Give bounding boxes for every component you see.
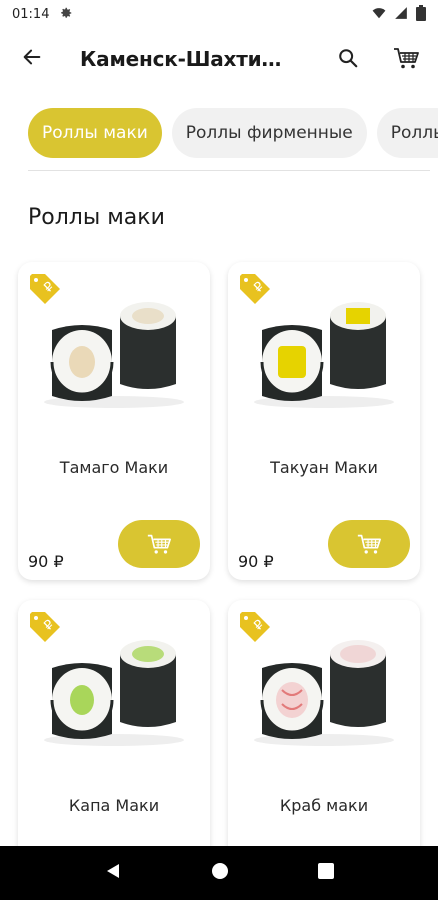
status-bar: 01:14 [0, 0, 438, 28]
product-image [44, 302, 184, 408]
product-name: Тамаго Маки [59, 458, 169, 477]
page-title[interactable]: Каменск-Шахтин... [80, 47, 290, 71]
back-button[interactable] [0, 28, 64, 90]
gear-icon [59, 6, 73, 23]
add-to-cart-button[interactable] [118, 520, 200, 568]
product-image [254, 640, 394, 746]
app-toolbar: Каменск-Шахтин... [0, 28, 438, 90]
product-name: Такуан Маки [270, 458, 378, 477]
product-card[interactable]: ₽ Такуан Маки 90 ₽ [228, 262, 420, 580]
product-card[interactable]: ₽ Капа Маки [18, 600, 210, 860]
product-name: Капа Маки [68, 796, 160, 815]
chip-rolly-maki[interactable]: Роллы маки [28, 108, 162, 158]
status-time: 01:14 [12, 6, 50, 22]
product-card[interactable]: ₽ Краб маки [228, 600, 420, 860]
wifi-icon [372, 6, 386, 23]
system-nav-bar [0, 846, 438, 900]
product-price: 90 ₽ [28, 552, 64, 571]
product-price: 90 ₽ [238, 552, 274, 571]
cart-add-icon [147, 534, 171, 554]
product-image [44, 640, 184, 746]
product-image [254, 302, 394, 408]
cart-icon [392, 44, 420, 77]
product-card[interactable]: ₽ Тамаго Маки 90 ₽ [18, 262, 210, 580]
nav-recents-icon[interactable] [317, 862, 334, 884]
product-name: Краб маки [279, 796, 369, 815]
category-chips: Роллы маки Роллы фирменные Роллы [28, 108, 438, 160]
chip-rolly-firmennye[interactable]: Роллы фирменные [171, 108, 367, 158]
battery-icon [416, 4, 426, 24]
signal-icon [394, 6, 408, 23]
search-icon [337, 47, 359, 74]
nav-back-icon[interactable] [104, 862, 122, 885]
cart-add-icon [357, 534, 381, 554]
add-to-cart-button[interactable] [328, 520, 410, 568]
section-title: Роллы маки [28, 205, 165, 230]
cart-button[interactable] [386, 40, 426, 80]
status-icons [372, 4, 426, 24]
divider [28, 170, 430, 171]
chip-rolly[interactable]: Роллы [376, 108, 438, 158]
screen: 01:14 Каменск-Шахтин... Роллы маки Роллы… [0, 0, 438, 900]
nav-home-icon[interactable] [211, 862, 229, 885]
arrow-back-icon [21, 46, 43, 73]
search-button[interactable] [330, 42, 366, 78]
